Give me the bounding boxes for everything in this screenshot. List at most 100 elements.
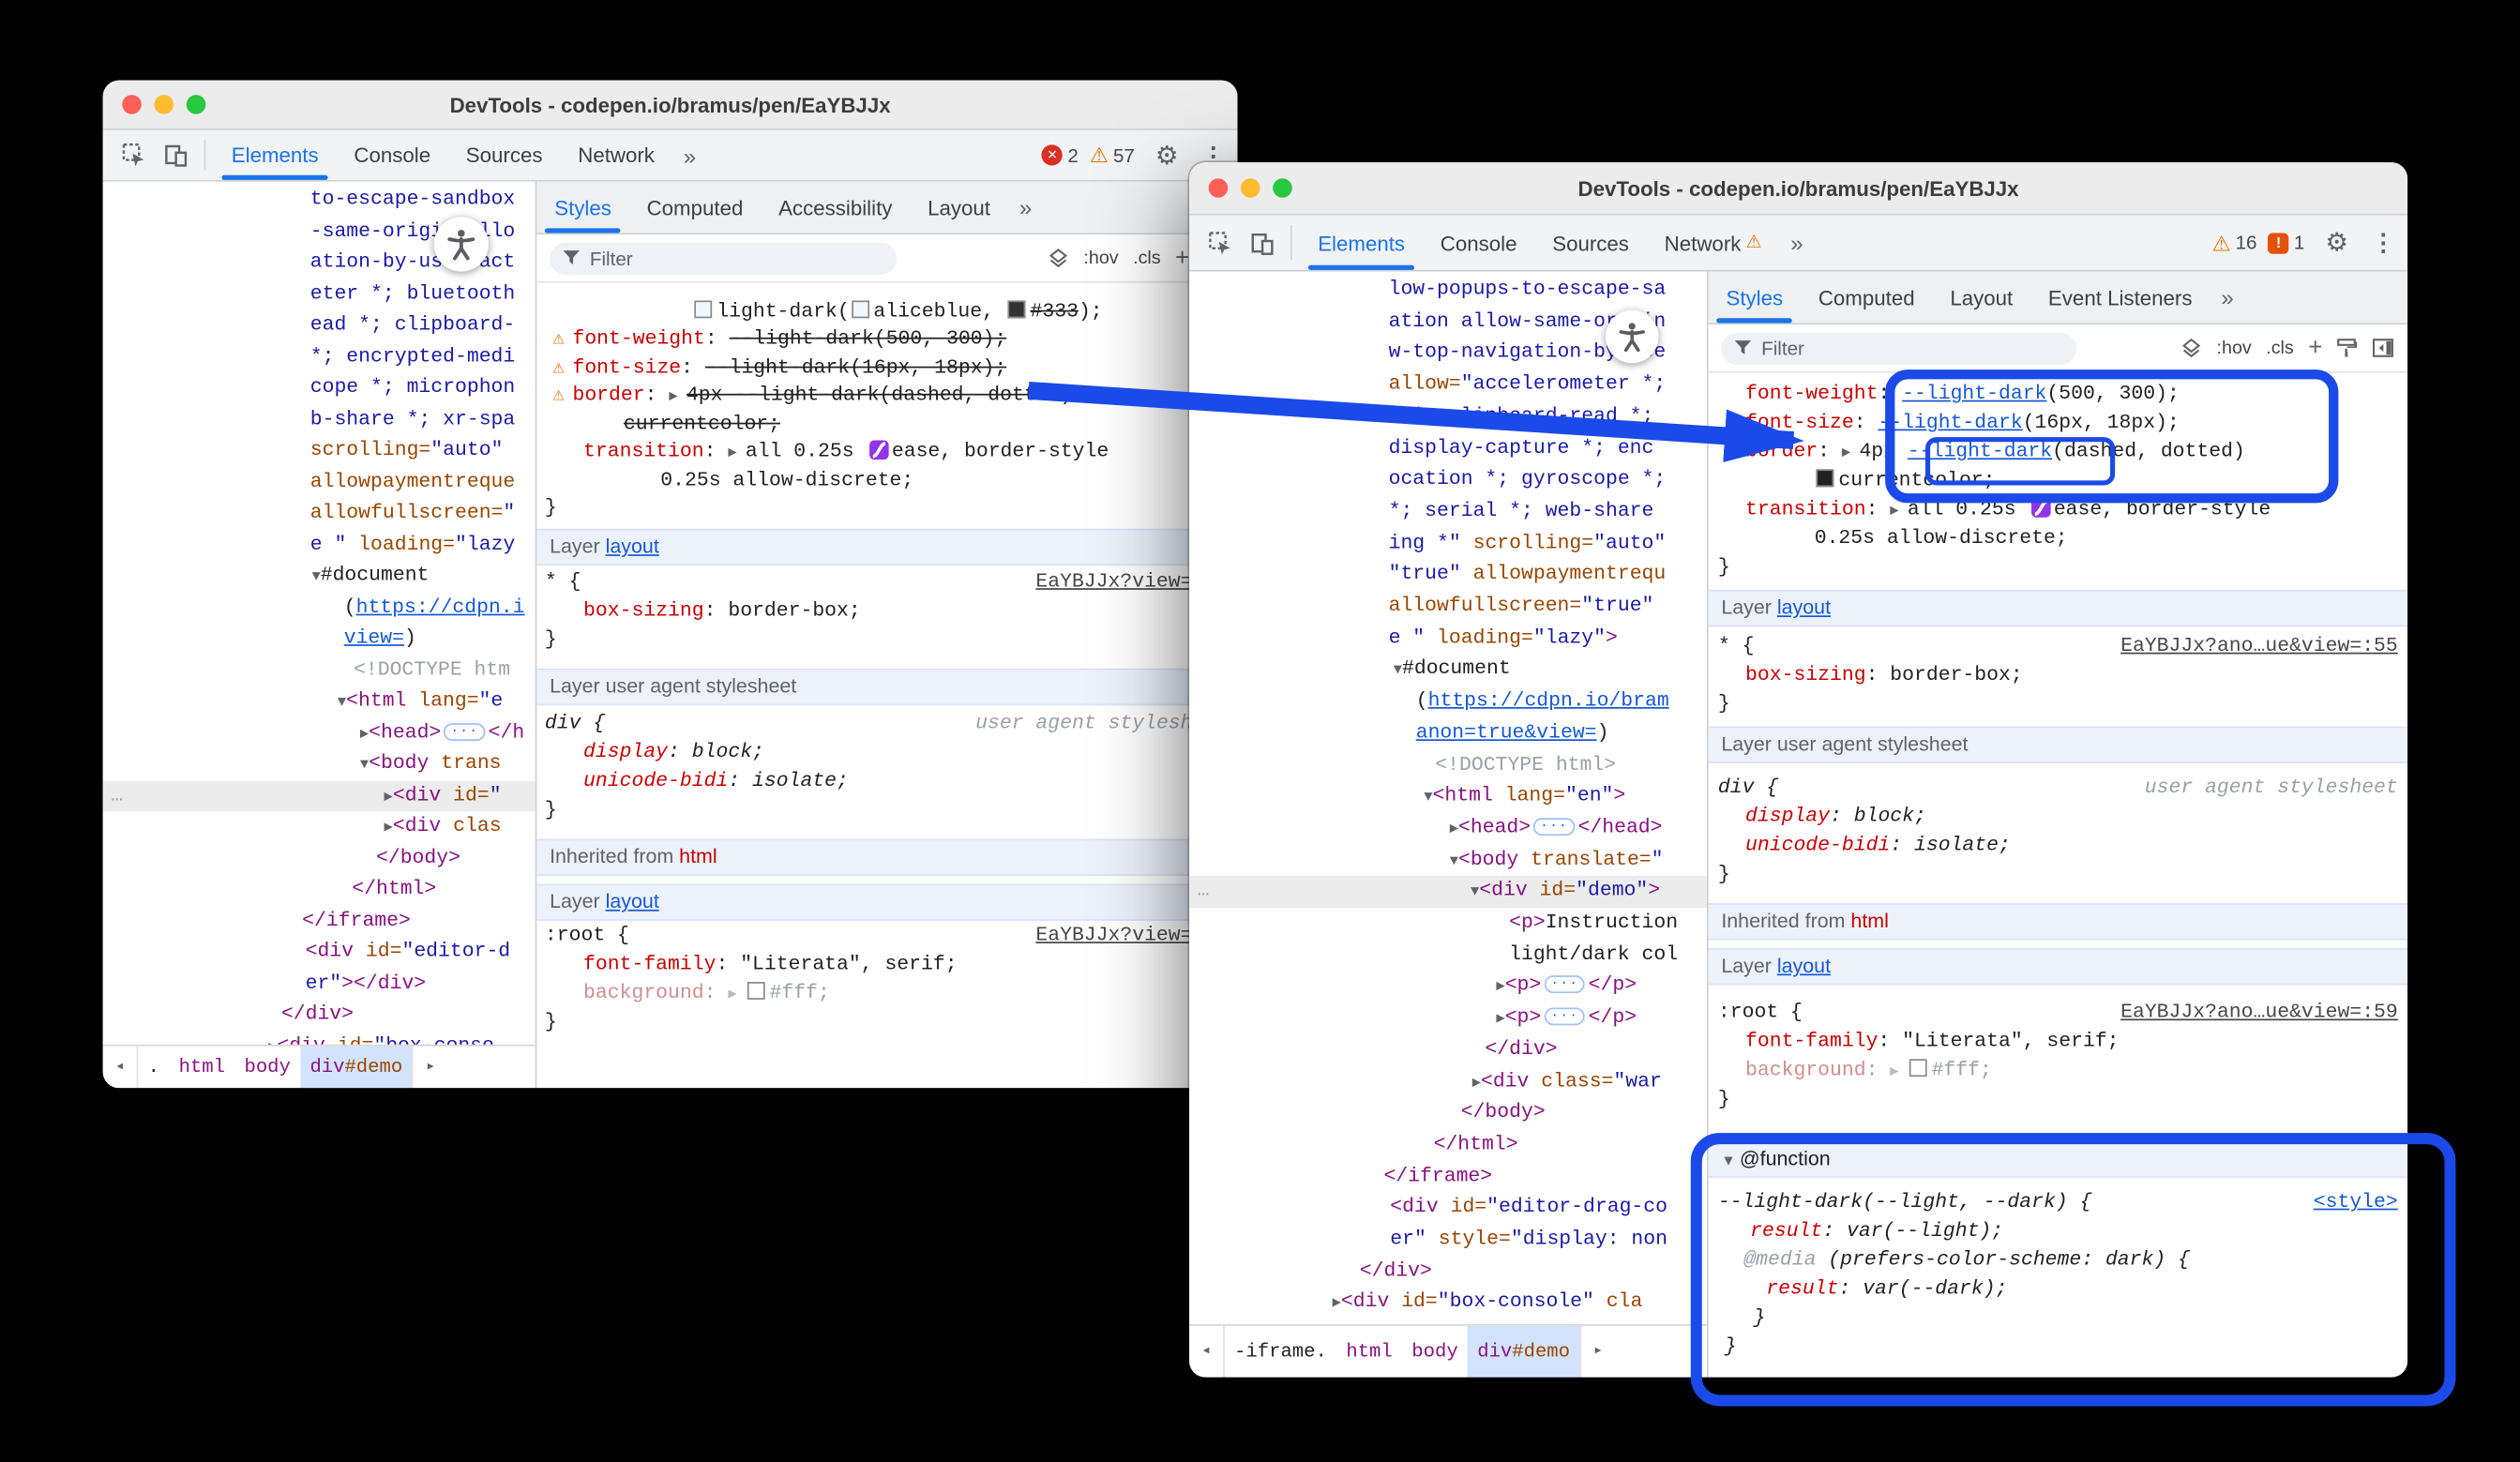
pseudo-state-button[interactable]: :hov [1083, 249, 1118, 268]
dom-tree-row[interactable]: view=) [103, 624, 536, 655]
dom-tree-row[interactable]: ▼<html lang="en"> [1189, 781, 1707, 812]
dom-tree-row[interactable]: </body> [1189, 1098, 1707, 1129]
css-declaration-line[interactable]: background: ▶ #fff; [536, 979, 1237, 1008]
css-declaration-line[interactable]: } [1709, 689, 2407, 718]
dom-tree-row[interactable]: …▶<div id=" [103, 780, 536, 811]
breadcrumb-scroll-left[interactable]: ◂ [1189, 1326, 1225, 1378]
zoom-button[interactable] [1273, 178, 1292, 198]
css-declaration-line[interactable]: result: var(--dark); [1709, 1274, 2407, 1304]
titlebar-front[interactable]: DevTools - codepen.io/bramus/pen/EaYBJJx [1189, 162, 2407, 216]
css-declaration-line[interactable]: font-family: "Literata", serif; [1709, 1027, 2407, 1056]
css-declaration-line[interactable]: div {user agent stylesh [536, 709, 1237, 738]
more-tabs-icon[interactable]: » [672, 130, 707, 180]
dom-tree-row[interactable]: "true" allowpaymentrequ [1189, 560, 1707, 591]
dom-tree-row[interactable]: ead *; clipboard- [103, 310, 536, 341]
css-declaration-line[interactable]: } [1709, 860, 2407, 889]
css-declaration-line[interactable]: display: block; [1709, 802, 2407, 831]
tab-event-listeners[interactable]: Event Listeners [2030, 272, 2210, 324]
rule-origin-link[interactable]: user agent stylesheet [2145, 773, 2398, 802]
dom-tree-row[interactable]: ▶<div id="box-console" cla [1189, 1288, 1707, 1319]
dom-tree-row[interactable]: </html> [1189, 1130, 1707, 1161]
tab-network[interactable]: Network⚠ [1647, 216, 1779, 270]
kebab-menu-icon[interactable]: ⋮ [2369, 228, 2398, 257]
css-declaration-line[interactable]: border: ▶ 4px --light-dark(dashed, dotte… [1709, 437, 2407, 466]
dom-tree-row[interactable]: anon=true&view=) [1189, 718, 1707, 749]
dom-tree-row[interactable]: allowpaymentreque [103, 467, 536, 498]
new-style-rule-button[interactable]: + [2308, 334, 2322, 361]
dom-tree-row[interactable]: ▼<body translate=" [1189, 845, 1707, 876]
css-declaration-line[interactable]: --light-dark(--light, --dark) {<style> [1709, 1187, 2407, 1216]
css-declaration-line[interactable]: background: ▶ #fff; [1709, 1056, 2407, 1085]
new-style-rule-button[interactable]: + [1175, 244, 1189, 271]
dom-tree-row[interactable]: allow="accelerometer *; [1189, 369, 1707, 400]
css-declaration-line[interactable]: transition: ▶ all 0.25s ease, border-sty… [536, 437, 1237, 466]
css-declaration-line[interactable]: display: block; [536, 738, 1237, 767]
dom-tree-row[interactable]: ▶<div class="war [1189, 1066, 1707, 1097]
breadcrumb-scroll-right[interactable]: ▸ [1579, 1326, 1615, 1378]
dom-tree-row[interactable]: scrolling="auto" [103, 435, 536, 466]
css-declaration-line[interactable]: :root {EaYBJJx?view= [536, 921, 1237, 950]
tab-elements[interactable]: Elements [214, 130, 337, 180]
dom-tree-row[interactable]: <p>Instruction [1189, 908, 1707, 939]
breadcrumb-scroll-right[interactable]: ▸ [412, 1047, 447, 1089]
more-tabs-icon[interactable]: » [1779, 216, 1814, 270]
dom-tree-row[interactable]: ▼<body trans [103, 749, 536, 780]
console-errors-badge[interactable]: ✕2 [1042, 143, 1079, 166]
expand-ellipsis-button[interactable]: ··· [1545, 976, 1586, 994]
rule-origin-link[interactable]: EaYBJJx?ano…ue&view=:55 [2120, 631, 2398, 660]
zoom-button[interactable] [187, 95, 206, 114]
css-declaration-line[interactable]: box-sizing: border-box; [536, 596, 1237, 625]
dom-tree-row[interactable]: <!DOCTYPE html> [1189, 749, 1707, 780]
breadcrumb-scroll-left[interactable]: ◂ [103, 1047, 139, 1089]
paint-icon[interactable] [2337, 338, 2358, 358]
inspect-element-icon[interactable] [113, 130, 155, 180]
tab-styles[interactable]: Styles [1709, 272, 1801, 324]
css-declaration-line[interactable]: result: var(--light); [1709, 1216, 2407, 1245]
dom-tree-row[interactable]: ▼<html lang="e [103, 686, 536, 717]
tab-network[interactable]: Network [560, 130, 671, 180]
inspect-element-icon[interactable] [1199, 216, 1241, 270]
rule-origin-link[interactable]: EaYBJJx?view= [1035, 921, 1192, 950]
css-declaration-line[interactable]: 0.25s allow-discrete; [536, 466, 1237, 495]
css-declaration-line[interactable]: currentcolor; [1709, 466, 2407, 495]
minimize-button[interactable] [155, 95, 174, 114]
close-button[interactable] [122, 95, 142, 114]
element-state-icon[interactable] [2181, 338, 2202, 358]
css-declaration-line[interactable]: unicode-bidi: isolate; [1709, 831, 2407, 860]
device-toolbar-icon[interactable] [155, 130, 197, 180]
dom-tree-row[interactable]: light/dark col [1189, 940, 1707, 971]
css-declaration-line[interactable]: font-weight: --light-dark(500, 300); [1709, 379, 2407, 408]
dom-tree-row[interactable]: *; serial *; web-share [1189, 496, 1707, 527]
dock-sidebar-icon[interactable] [2372, 338, 2394, 358]
dom-tree-row[interactable]: ▼#document [1189, 655, 1707, 686]
css-declaration-line[interactable]: } [1709, 1304, 2407, 1333]
dom-tree-row[interactable]: ▶<head>···</head> [1189, 813, 1707, 844]
dom-tree-row[interactable]: er" style="display: non [1189, 1225, 1707, 1256]
element-state-icon[interactable] [1049, 248, 1069, 268]
css-declaration-line[interactable]: box-sizing: border-box; [1709, 660, 2407, 689]
dom-tree-row[interactable]: </html> [103, 874, 536, 905]
tab-elements[interactable]: Elements [1300, 216, 1423, 270]
settings-gear-icon[interactable]: ⚙ [1146, 139, 1188, 171]
dom-tree-row[interactable]: ▶<p>···</p> [1189, 1002, 1707, 1033]
tab-sources[interactable]: Sources [1534, 216, 1646, 270]
console-warnings-badge[interactable]: ⚠16 [2211, 232, 2256, 254]
dom-tree-row[interactable]: er"></div> [103, 968, 536, 999]
issues-badge[interactable]: !1 [2268, 232, 2304, 254]
dom-tree-row[interactable]: </iframe> [103, 906, 536, 937]
css-declaration-line[interactable]: * {EaYBJJx?ano…ue&view=:55 [1709, 631, 2407, 660]
css-declaration-line[interactable]: currentcolor; [536, 410, 1237, 439]
dom-tree-row[interactable]: eter *; bluetooth [103, 279, 536, 309]
css-declaration-line[interactable]: font-size: --light-dark(16px, 18px); [1709, 408, 2407, 437]
dom-tree-row[interactable]: to-escape-sandbox [103, 185, 536, 216]
breadcrumb-item[interactable]: html [169, 1047, 234, 1089]
css-declaration-line[interactable]: unicode-bidi: isolate; [536, 766, 1237, 795]
dom-tree-row[interactable]: </div> [1189, 1257, 1707, 1288]
filter-input[interactable]: Filter [1721, 332, 2076, 364]
device-toolbar-icon[interactable] [1241, 216, 1283, 270]
dom-tree-row[interactable]: </iframe> [1189, 1161, 1707, 1192]
css-declaration-line[interactable]: } [1709, 1333, 2407, 1362]
tab-styles[interactable]: Styles [536, 182, 628, 234]
dom-tree-row[interactable]: allowfullscreen=" [103, 498, 536, 529]
dom-tree-row[interactable]: <div id="editor-d [103, 937, 536, 968]
